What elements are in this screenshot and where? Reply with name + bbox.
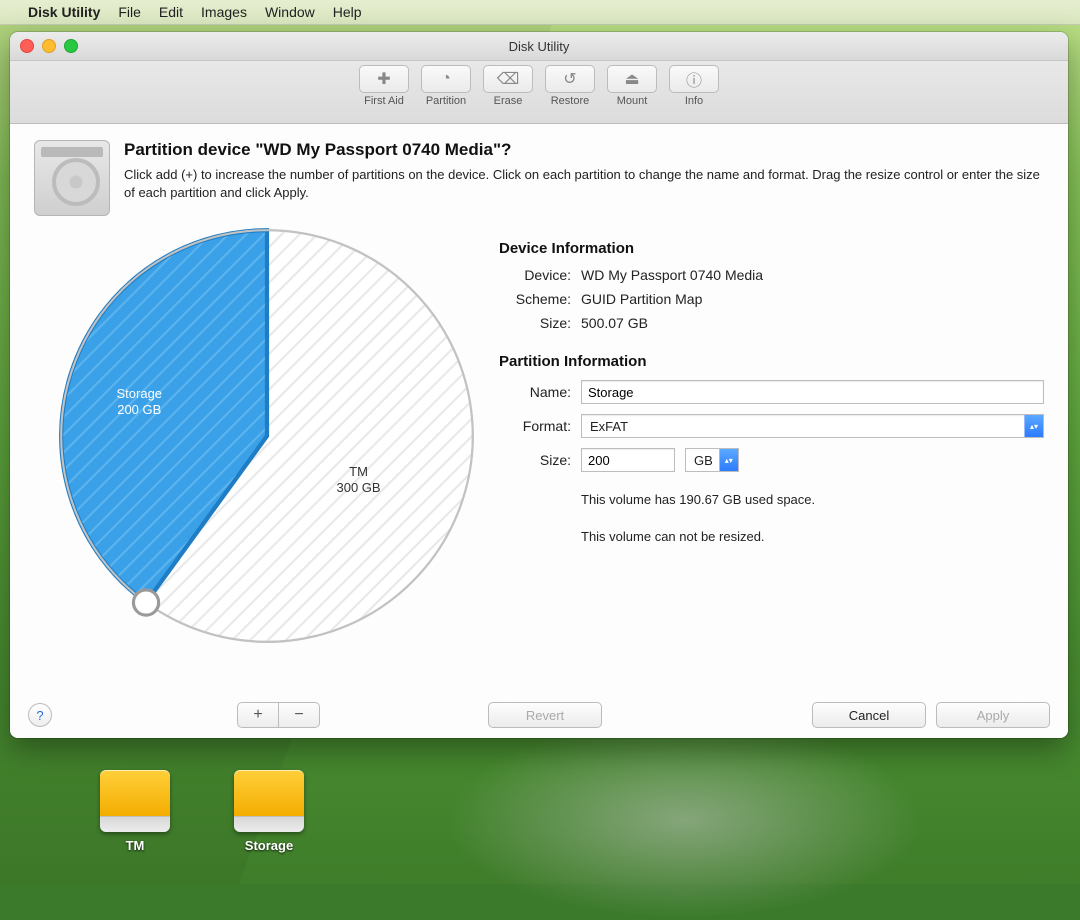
window-titlebar[interactable]: Disk Utility xyxy=(10,32,1068,61)
desktop-drive-storage[interactable]: Storage xyxy=(234,770,304,853)
device-value: WD My Passport 0740 Media xyxy=(581,267,763,283)
desktop-drive-icons: TM Storage xyxy=(100,770,304,853)
scheme-label: Scheme: xyxy=(499,291,571,307)
device-size-label: Size: xyxy=(499,315,571,331)
desktop-drive-tm[interactable]: TM xyxy=(100,770,170,853)
dialog-instructions: Click add (+) to increase the number of … xyxy=(124,166,1044,201)
close-window-button[interactable] xyxy=(20,39,34,53)
remove-partition-button[interactable]: − xyxy=(279,702,320,728)
resize-handle[interactable] xyxy=(133,590,158,615)
dialog-button-bar: ? + − Revert Cancel Apply xyxy=(10,692,1068,738)
apply-button[interactable]: Apply xyxy=(936,702,1050,728)
info-icon: ⓘ xyxy=(686,67,702,91)
used-space-note: This volume has 190.67 GB used space. xyxy=(581,492,1044,507)
partition-format-select[interactable]: ExFAT ▴▾ xyxy=(581,414,1044,438)
help-button[interactable]: ? xyxy=(28,703,52,727)
minimize-window-button[interactable] xyxy=(42,39,56,53)
partition-name-label: Name: xyxy=(499,384,571,400)
toolbar-mount[interactable]: ⏏ Mount xyxy=(604,65,660,107)
chevron-updown-icon: ▴▾ xyxy=(1024,415,1043,437)
erase-icon: ⌫ xyxy=(497,69,520,89)
restore-icon: ↺ xyxy=(563,69,576,89)
toolbar-restore[interactable]: ↺ Restore xyxy=(542,65,598,107)
toolbar-erase[interactable]: ⌫ Erase xyxy=(480,65,536,107)
menubar-item-edit[interactable]: Edit xyxy=(159,4,183,20)
scheme-value: GUID Partition Map xyxy=(581,291,702,307)
mount-icon: ⏏ xyxy=(624,69,639,89)
pie-icon: ◔ xyxy=(441,70,451,88)
external-drive-icon xyxy=(234,770,304,832)
menubar: Disk Utility File Edit Images Window Hel… xyxy=(0,0,1080,25)
partition-format-label: Format: xyxy=(499,418,571,434)
partition-size-unit-select[interactable]: GB ▴▾ xyxy=(685,448,739,472)
revert-button[interactable]: Revert xyxy=(488,702,602,728)
hard-disk-icon xyxy=(34,140,110,216)
partition-size-label: Size: xyxy=(499,452,571,468)
device-size-value: 500.07 GB xyxy=(581,315,648,331)
partition-info-heading: Partition Information xyxy=(499,353,1044,370)
toolbar-partition[interactable]: ◔ Partition xyxy=(418,65,474,107)
cannot-resize-note: This volume can not be resized. xyxy=(581,529,1044,544)
menubar-item-help[interactable]: Help xyxy=(333,4,362,20)
disk-utility-window: Disk Utility ✚ First Aid ◔ Partition ⌫ E… xyxy=(10,32,1068,738)
menubar-item-file[interactable]: File xyxy=(118,4,141,20)
traffic-lights xyxy=(20,39,78,53)
partition-pie-chart[interactable]: Storage 200 GB TM 300 GB xyxy=(57,226,477,646)
partition-name-input[interactable] xyxy=(581,380,1044,404)
menubar-app-name[interactable]: Disk Utility xyxy=(28,4,100,20)
add-partition-button[interactable]: + xyxy=(237,702,279,728)
toolbar-first-aid[interactable]: ✚ First Aid xyxy=(356,65,412,107)
external-drive-icon xyxy=(100,770,170,832)
device-info-heading: Device Information xyxy=(499,240,1044,257)
dialog-heading: Partition device "WD My Passport 0740 Me… xyxy=(124,140,1044,160)
window-title: Disk Utility xyxy=(509,39,570,54)
partition-size-input[interactable] xyxy=(581,448,675,472)
zoom-window-button[interactable] xyxy=(64,39,78,53)
dialog-content: Partition device "WD My Passport 0740 Me… xyxy=(10,124,1068,738)
chevron-updown-icon: ▴▾ xyxy=(719,449,738,471)
device-label: Device: xyxy=(499,267,571,283)
cancel-button[interactable]: Cancel xyxy=(812,702,926,728)
toolbar: ✚ First Aid ◔ Partition ⌫ Erase ↺ Restor… xyxy=(10,61,1068,124)
stethoscope-icon: ✚ xyxy=(377,69,390,89)
menubar-item-images[interactable]: Images xyxy=(201,4,247,20)
toolbar-info[interactable]: ⓘ Info xyxy=(666,65,722,107)
menubar-item-window[interactable]: Window xyxy=(265,4,315,20)
